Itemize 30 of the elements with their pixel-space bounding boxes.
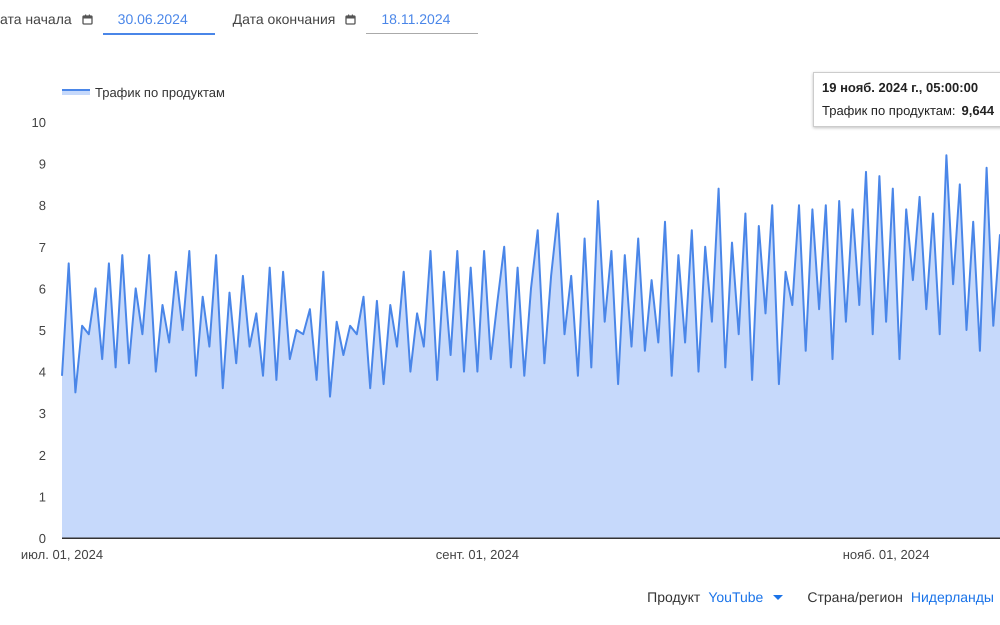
x-tick-label: июл. 01, 2024 bbox=[20, 547, 104, 562]
tooltip-label: Трафик по продуктам: bbox=[822, 102, 956, 120]
caret-icon bbox=[773, 594, 784, 600]
y-tick-label: 2 bbox=[38, 448, 46, 463]
y-tick-label: 0 bbox=[38, 531, 46, 546]
field-label: ата начала bbox=[0, 10, 72, 29]
tooltip-title: 19 нояб. 2024 г., 05:00:00 bbox=[822, 79, 980, 97]
date-field[interactable]: 30.06.2024 bbox=[102, 4, 215, 34]
y-tick-label: 5 bbox=[38, 323, 46, 338]
x-tick-label: нояб. 01, 2024 bbox=[842, 547, 930, 562]
filter-label: Продукт bbox=[647, 588, 700, 607]
y-tick-label: 9 bbox=[38, 156, 46, 172]
x-tick-label: сент. 01, 2024 bbox=[436, 547, 520, 562]
legend-label: Трафик по продуктам bbox=[95, 84, 225, 102]
filter-label: Страна/регион bbox=[807, 588, 903, 607]
dropdown[interactable]: Нидерланды bbox=[910, 586, 1000, 608]
y-tick-label: 6 bbox=[38, 281, 46, 296]
calendar-icon[interactable] bbox=[82, 14, 93, 25]
y-tick-label: 3 bbox=[38, 406, 46, 422]
calendar-icon[interactable] bbox=[345, 14, 356, 25]
y-tick-label: 7 bbox=[38, 240, 46, 255]
field-label: Дата окончания bbox=[232, 10, 336, 29]
dropdown[interactable]: YouTube bbox=[708, 586, 784, 608]
y-tick-label: 8 bbox=[38, 198, 46, 214]
y-tick-label: 10 bbox=[32, 115, 46, 130]
y-tick-label: 1 bbox=[38, 489, 46, 504]
y-tick-label: 4 bbox=[38, 364, 46, 380]
tooltip-value: 9,644 bbox=[962, 102, 994, 120]
legend-swatch bbox=[62, 89, 90, 95]
date-field[interactable]: 18.11.2024 bbox=[366, 5, 478, 34]
